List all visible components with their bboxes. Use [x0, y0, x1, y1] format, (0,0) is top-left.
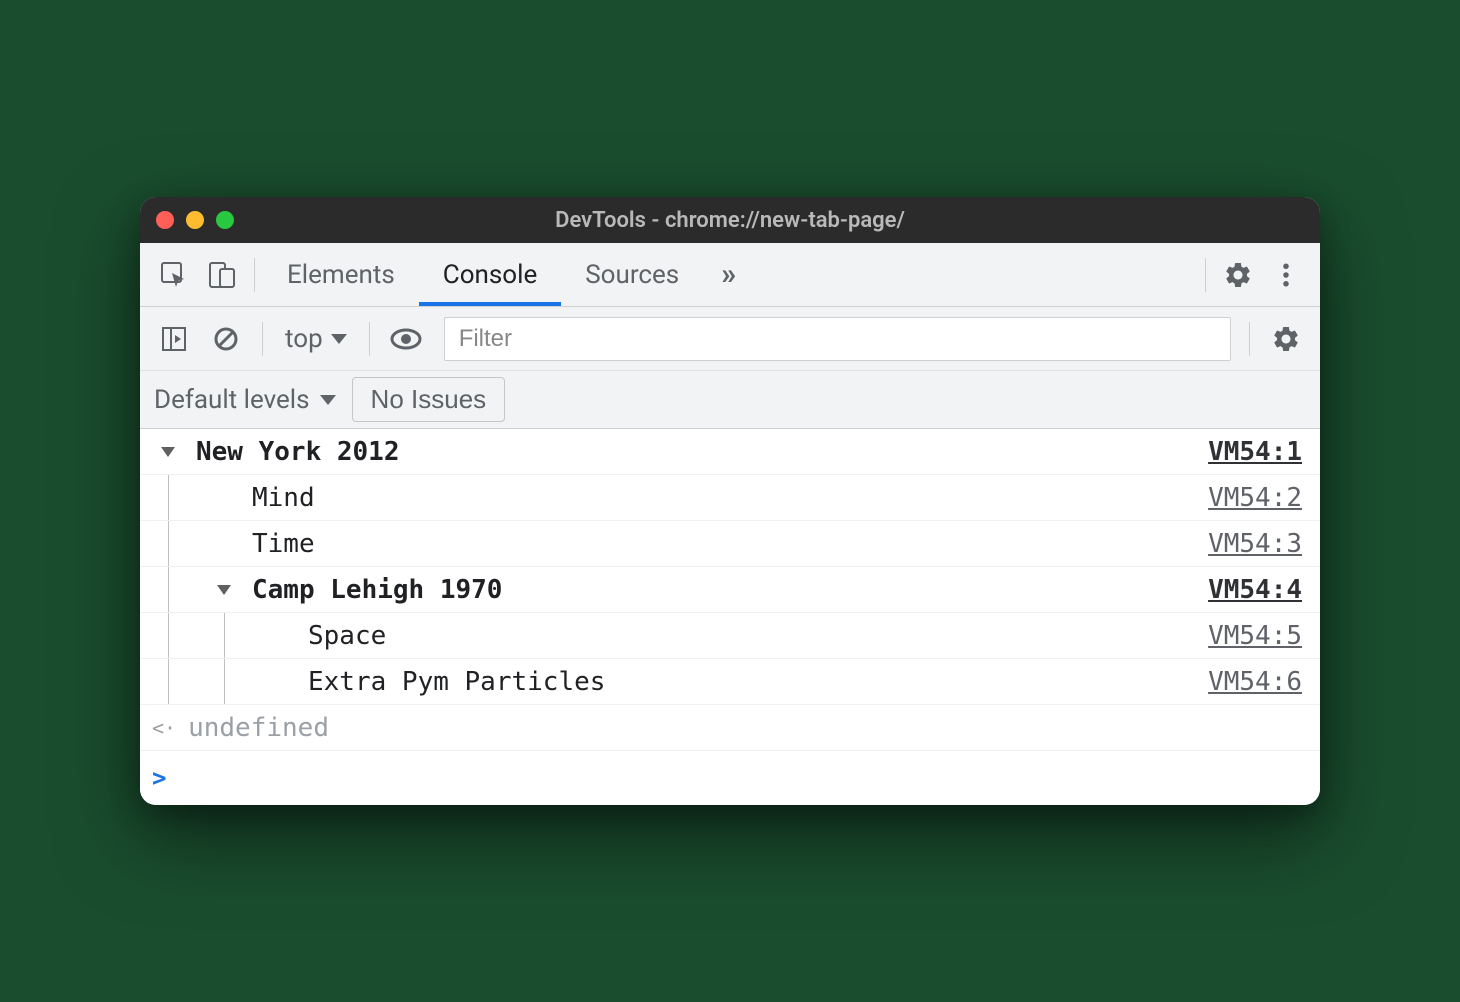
more-menu-icon[interactable]: [1262, 251, 1310, 299]
divider: [1249, 322, 1250, 356]
toggle-sidebar-icon[interactable]: [150, 315, 198, 363]
prompt-chevron-icon: >: [152, 764, 166, 792]
console-log: Time VM54:3: [140, 521, 1320, 567]
execution-context-select[interactable]: top: [275, 324, 357, 354]
live-expression-icon[interactable]: [382, 315, 430, 363]
group-label: New York 2012: [196, 437, 400, 467]
log-levels-select[interactable]: Default levels: [154, 385, 336, 415]
console-settings-icon[interactable]: [1262, 315, 1310, 363]
context-label: top: [285, 324, 323, 354]
console-group[interactable]: Camp Lehigh 1970 VM54:4: [140, 567, 1320, 613]
divider: [369, 322, 370, 356]
source-link[interactable]: VM54:2: [1208, 483, 1302, 513]
source-link[interactable]: VM54:6: [1208, 667, 1302, 697]
group-label: Camp Lehigh 1970: [252, 575, 502, 605]
maximize-button[interactable]: [216, 211, 234, 229]
console-result: <· undefined: [140, 705, 1320, 751]
source-link[interactable]: VM54:5: [1208, 621, 1302, 651]
panel-tabs: Elements Console Sources »: [263, 243, 754, 306]
chevron-down-icon: [331, 334, 347, 344]
devtools-window: DevTools - chrome://new-tab-page/ Elemen…: [140, 197, 1320, 805]
settings-icon[interactable]: [1214, 251, 1262, 299]
divider: [254, 258, 255, 292]
console-log: Extra Pym Particles VM54:6: [140, 659, 1320, 705]
disclosure-triangle-icon[interactable]: [217, 585, 231, 595]
console-toolbar: top: [140, 307, 1320, 371]
log-message: Time: [252, 529, 315, 559]
inspect-element-icon[interactable]: [150, 251, 198, 299]
levels-bar: Default levels No Issues: [140, 371, 1320, 429]
levels-label: Default levels: [154, 385, 310, 415]
result-value: undefined: [188, 713, 329, 743]
filter-input[interactable]: [444, 317, 1231, 361]
disclosure-triangle-icon[interactable]: [161, 447, 175, 457]
tab-elements[interactable]: Elements: [263, 243, 419, 306]
return-arrow-icon: <·: [152, 716, 176, 740]
window-title: DevTools - chrome://new-tab-page/: [555, 208, 905, 233]
issues-button[interactable]: No Issues: [352, 377, 506, 422]
device-toolbar-icon[interactable]: [198, 251, 246, 299]
console-output: New York 2012 VM54:1 Mind VM54:2 Time VM…: [140, 429, 1320, 805]
clear-console-icon[interactable]: [202, 315, 250, 363]
source-link[interactable]: VM54:1: [1208, 437, 1302, 467]
more-tabs-button[interactable]: »: [703, 243, 754, 306]
tab-console[interactable]: Console: [419, 243, 561, 306]
console-log: Space VM54:5: [140, 613, 1320, 659]
console-log: Mind VM54:2: [140, 475, 1320, 521]
log-message: Mind: [252, 483, 315, 513]
source-link[interactable]: VM54:3: [1208, 529, 1302, 559]
log-message: Space: [308, 621, 386, 651]
console-prompt[interactable]: >: [140, 751, 1320, 805]
close-button[interactable]: [156, 211, 174, 229]
main-toolbar: Elements Console Sources »: [140, 243, 1320, 307]
chevron-down-icon: [320, 395, 336, 405]
titlebar: DevTools - chrome://new-tab-page/: [140, 197, 1320, 243]
source-link[interactable]: VM54:4: [1208, 575, 1302, 605]
minimize-button[interactable]: [186, 211, 204, 229]
tab-sources[interactable]: Sources: [561, 243, 703, 306]
traffic-lights: [156, 211, 234, 229]
divider: [1205, 258, 1206, 292]
log-message: Extra Pym Particles: [308, 667, 605, 697]
divider: [262, 322, 263, 356]
console-group[interactable]: New York 2012 VM54:1: [140, 429, 1320, 475]
